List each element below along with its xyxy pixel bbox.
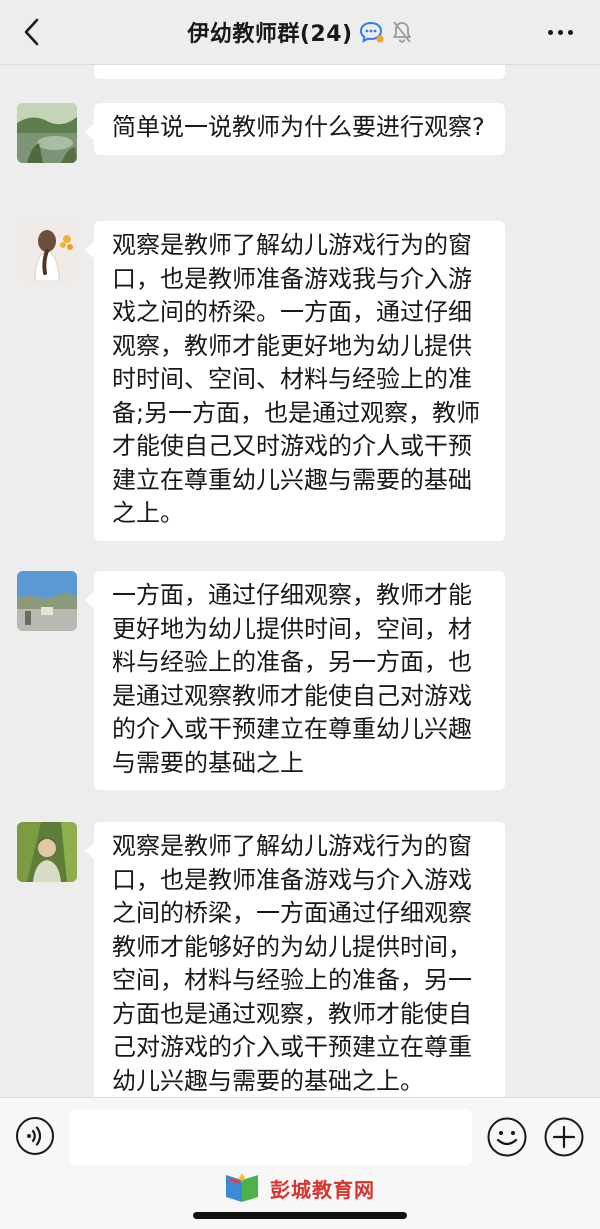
message-bubble[interactable]: 观察是教师了解幼儿游戏行为的窗口，也是教师准备游戏与介入游戏之间的桥梁，一方面通… xyxy=(85,822,505,1097)
message-bubble[interactable]: 简单说一说教师为什么要进行观察? xyxy=(85,103,505,155)
chat-messages-area[interactable]: 简单说一说教师为什么要进行观察? 观察是教师了解幼儿游戏行为的窗口，也是教师准备… xyxy=(0,65,600,1097)
chat-title: 伊幼教师群(24) xyxy=(187,22,353,47)
more-dots-icon xyxy=(547,29,553,35)
chat-bubble-icon xyxy=(359,21,384,43)
book-logo-icon xyxy=(226,1173,258,1202)
voice-button[interactable] xyxy=(15,1116,55,1156)
pond-landscape-avatar[interactable] xyxy=(17,103,77,163)
message-bubble[interactable]: 观察是教师了解幼儿游戏行为的窗口，也是教师准备游戏我与介入游戏之间的桥梁。一方面… xyxy=(85,221,505,541)
emoji-button[interactable] xyxy=(486,1116,528,1158)
more-options-button[interactable] xyxy=(542,18,578,46)
more-functions-button[interactable] xyxy=(543,1116,585,1158)
previous-message-bubble xyxy=(94,65,505,79)
chat-header: 伊幼教师群(24) xyxy=(0,0,600,65)
home-indicator[interactable] xyxy=(193,1212,407,1219)
message-bubble[interactable]: 一方面，通过仔细观察，教师才能更好地为幼儿提供时间，空间，材料与经验上的准备，另… xyxy=(85,571,505,790)
message-input[interactable] xyxy=(69,1109,472,1165)
girl-with-flowers-avatar[interactable] xyxy=(17,221,77,281)
voice-icon xyxy=(16,1117,54,1155)
mute-bell-icon xyxy=(392,21,411,43)
person-with-leaves-avatar[interactable] xyxy=(17,822,77,882)
plus-icon xyxy=(544,1117,584,1157)
sky-landscape-avatar[interactable] xyxy=(17,571,77,631)
watermark-text: 彭城教育网 xyxy=(270,1177,375,1202)
input-bar: 彭城教育网 xyxy=(0,1097,600,1229)
title-area: 伊幼教师群(24) xyxy=(0,0,600,64)
emoji-icon xyxy=(487,1117,527,1157)
watermark: 彭城教育网 xyxy=(222,1170,375,1206)
